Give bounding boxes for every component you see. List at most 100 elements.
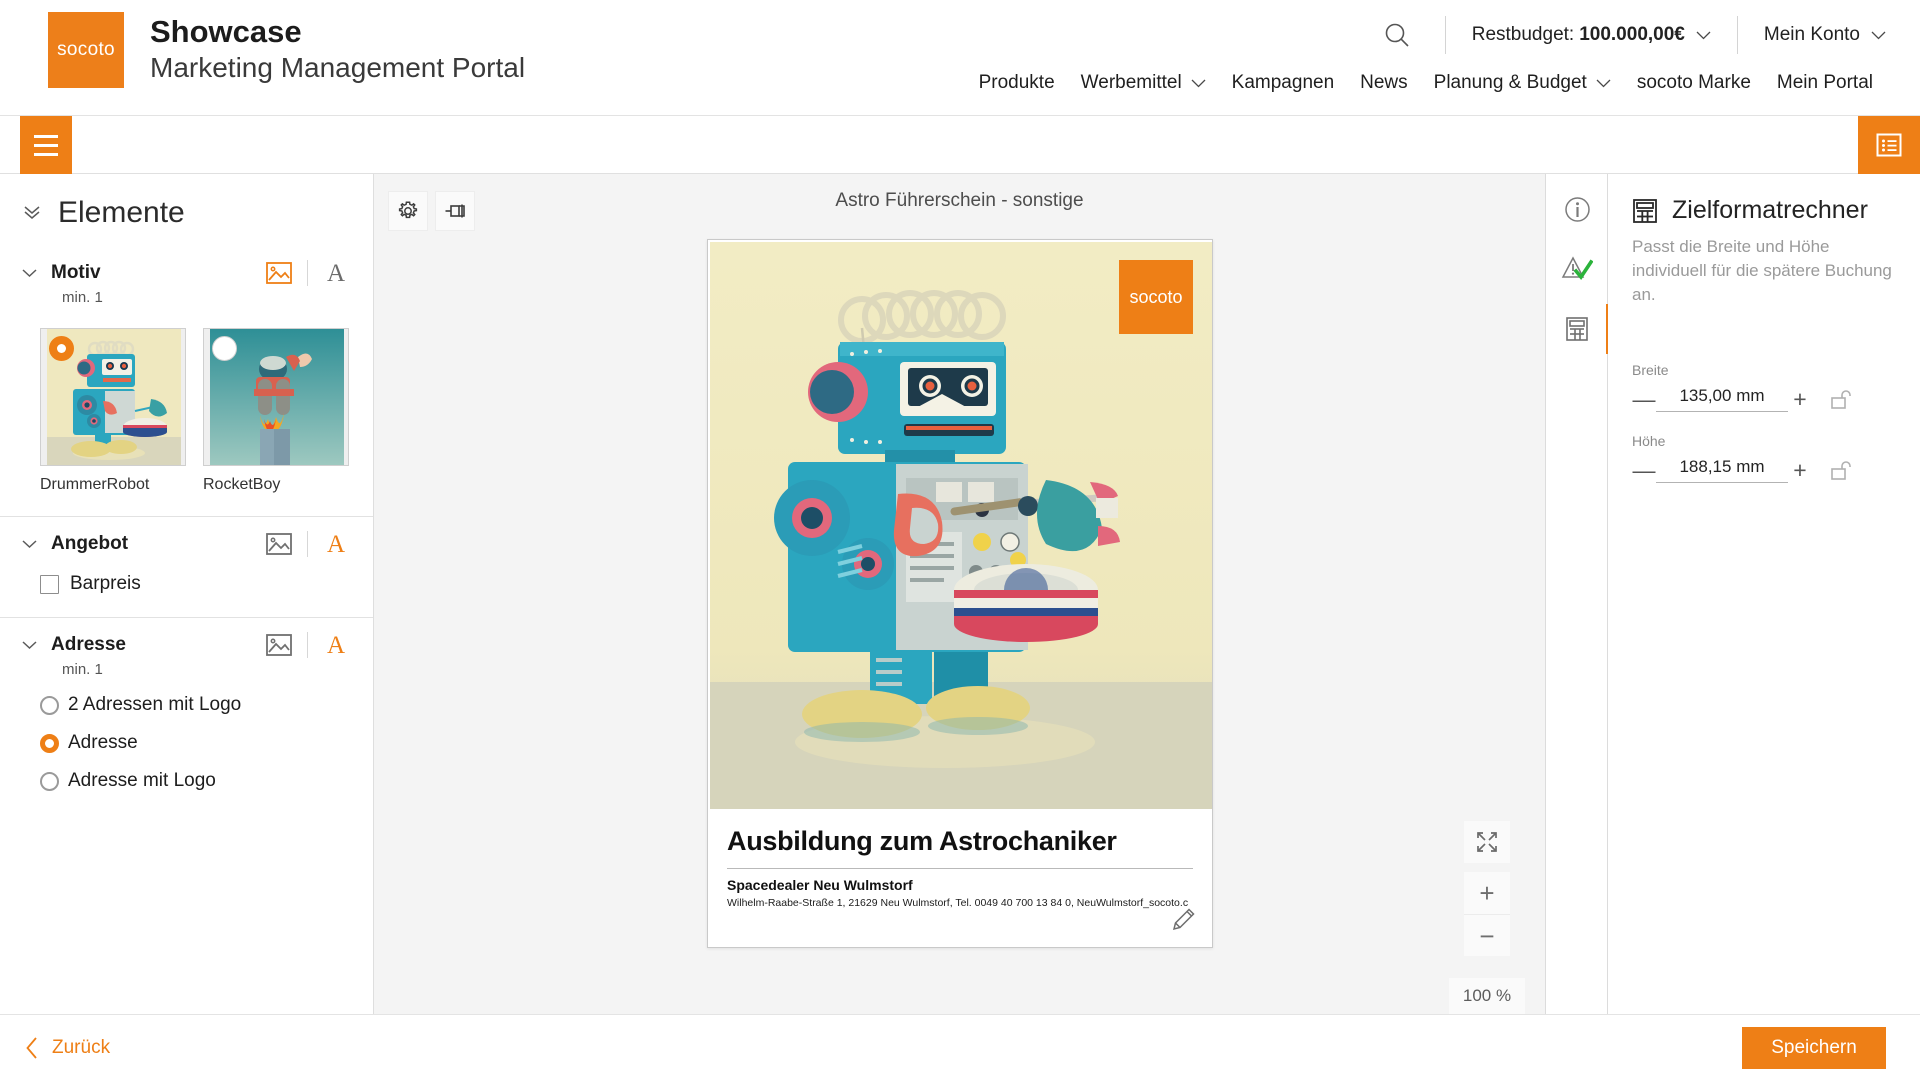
warning-check-icon[interactable] <box>1546 242 1608 296</box>
group-min-label: min. 1 <box>62 661 103 678</box>
sidebar-group-adresse: Adresse A min. 1 2 Adressen mit Logo Adr… <box>0 618 373 814</box>
nav-item-planung-budget[interactable]: Planung & Budget <box>1421 72 1624 94</box>
header-utility-bar: Restbudget: 100.000,00€ Mein Konto <box>1375 14 1886 56</box>
budget-display[interactable]: Restbudget: 100.000,00€ <box>1472 24 1711 46</box>
thumbnail-radio[interactable] <box>212 336 237 361</box>
panel-description: Passt die Breite und Höhe individuell fü… <box>1632 237 1892 304</box>
socoto-logo[interactable]: socoto <box>48 12 124 88</box>
text-icon[interactable]: A <box>321 260 351 286</box>
nav-label: News <box>1360 72 1408 93</box>
thumbnail-label: DrummerRobot <box>40 476 150 493</box>
page-dealer-name: Spacedealer Neu Wulmstorf <box>727 877 913 893</box>
thumbnail-label: RocketBoy <box>203 476 281 493</box>
decrement-button[interactable]: — <box>1632 387 1656 411</box>
radio-label: 2 Adressen mit Logo <box>68 694 242 715</box>
divider <box>1444 16 1446 54</box>
nav-item-produkte[interactable]: Produkte <box>966 72 1068 94</box>
nav-label: Kampagnen <box>1231 72 1335 93</box>
group-header[interactable]: Adresse A <box>22 632 351 658</box>
radio-input[interactable] <box>40 695 59 715</box>
hamburger-menu-icon[interactable] <box>20 116 72 174</box>
nav-item-news[interactable]: News <box>1347 72 1421 94</box>
document-canvas: Astro Führerschein - sonstige socoto Aus… <box>374 174 1546 1014</box>
thumbnail-drummerrobot[interactable] <box>40 328 186 466</box>
app-header: socoto Showcase Marketing Management Por… <box>0 0 1920 116</box>
divider <box>307 260 308 286</box>
page-subtitle: Marketing Management Portal <box>150 51 526 83</box>
info-icon[interactable] <box>1546 182 1608 236</box>
image-icon[interactable] <box>264 632 294 658</box>
nav-item-socoto-marke[interactable]: socoto Marke <box>1624 72 1764 94</box>
radio-adresse[interactable]: Adresse <box>40 732 351 754</box>
checkbox-barpreis[interactable]: Barpreis <box>40 573 351 595</box>
unlock-icon[interactable] <box>1830 459 1852 481</box>
group-title: Adresse <box>51 634 126 655</box>
nav-label: Produkte <box>978 72 1055 93</box>
group-header[interactable]: Motiv A <box>22 260 351 286</box>
account-menu[interactable]: Mein Konto <box>1764 24 1886 46</box>
radio-input[interactable] <box>40 771 59 791</box>
toolbar-strip <box>0 116 1920 174</box>
nav-label: Planung & Budget <box>1433 72 1587 93</box>
page-address: Wilhelm-Raabe-Straße 1, 21629 Neu Wulmst… <box>727 897 1189 909</box>
search-icon[interactable] <box>1375 15 1419 55</box>
back-button[interactable]: Zurück <box>26 1028 110 1068</box>
main-navigation: Produkte Werbemittel Kampagnen News Plan… <box>966 72 1886 94</box>
panel-header: Zielformatrechner <box>1632 196 1896 225</box>
sidebar-header[interactable]: Elemente <box>0 174 373 246</box>
fit-to-screen-icon[interactable] <box>1464 821 1510 863</box>
radio-2-adressen-mit-logo[interactable]: 2 Adressen mit Logo <box>40 694 351 716</box>
breite-input[interactable]: 135,00 mm <box>1656 386 1788 413</box>
text-icon[interactable]: A <box>321 632 351 658</box>
image-icon[interactable] <box>264 260 294 286</box>
right-icon-rail <box>1546 174 1609 1014</box>
logo-text: socoto <box>57 39 115 60</box>
zielformatrechner-panel: Zielformatrechner Passt die Breite und H… <box>1608 174 1920 1014</box>
zoom-in-button[interactable]: + <box>1464 872 1510 914</box>
radio-label: Adresse mit Logo <box>68 770 216 791</box>
thumbnail-radio[interactable] <box>49 336 74 361</box>
page-headline: Ausbildung zum Astrochaniker <box>727 826 1117 856</box>
pencil-edit-icon[interactable] <box>1170 907 1196 933</box>
budget-value: 100.000,00€ <box>1579 24 1685 45</box>
sidebar-title: Elemente <box>58 196 185 229</box>
breite-stepper: — 135,00 mm + <box>1632 386 1896 413</box>
badge-text: socoto <box>1129 286 1183 307</box>
group-title: Motiv <box>51 262 101 283</box>
sidebar-group-motiv: Motiv A min. 1 DrummerRobot RocketBoy <box>0 246 373 517</box>
zoom-level-label: 100 % <box>1449 978 1525 1014</box>
radio-adresse-mit-logo[interactable]: Adresse mit Logo <box>40 770 351 792</box>
document-page-preview[interactable]: socoto Ausbildung zum Astrochaniker Spac… <box>707 239 1213 948</box>
radio-label: Adresse <box>68 732 138 753</box>
field-label: Höhe <box>1632 433 1666 450</box>
nav-item-werbemittel[interactable]: Werbemittel <box>1068 72 1219 94</box>
increment-button[interactable]: + <box>1788 387 1812 411</box>
save-button[interactable]: Speichern <box>1742 1027 1886 1069</box>
image-icon[interactable] <box>264 531 294 557</box>
increment-button[interactable]: + <box>1788 458 1812 482</box>
list-panel-icon[interactable] <box>1858 116 1920 174</box>
nav-item-kampagnen[interactable]: Kampagnen <box>1219 72 1347 94</box>
page-title: Showcase <box>150 14 302 49</box>
hoehe-input[interactable]: 188,15 mm <box>1656 457 1788 484</box>
chevron-down-icon <box>1191 79 1206 88</box>
checkbox-input[interactable] <box>40 574 59 594</box>
divider <box>727 868 1193 869</box>
group-header[interactable]: Angebot A <box>22 531 351 557</box>
zoom-controls: + − <box>1464 821 1510 956</box>
motiv-thumbnail-list: DrummerRobot RocketBoy <box>40 328 351 494</box>
decrement-button[interactable]: — <box>1632 458 1656 482</box>
radio-input[interactable] <box>40 733 59 753</box>
zoom-out-button[interactable]: − <box>1464 914 1510 956</box>
thumbnail-rocketboy[interactable] <box>203 328 349 466</box>
nav-item-mein-portal[interactable]: Mein Portal <box>1764 72 1886 94</box>
group-actions: A <box>264 632 351 658</box>
calculator-icon[interactable] <box>1546 302 1609 356</box>
checkbox-label: Barpreis <box>70 573 141 594</box>
group-actions: A <box>264 531 351 557</box>
text-icon[interactable]: A <box>321 531 351 557</box>
double-chevron-down-icon <box>22 204 42 222</box>
chevron-down-icon <box>1596 79 1611 88</box>
unlock-icon[interactable] <box>1830 388 1852 410</box>
list-item: RocketBoy <box>203 328 349 494</box>
